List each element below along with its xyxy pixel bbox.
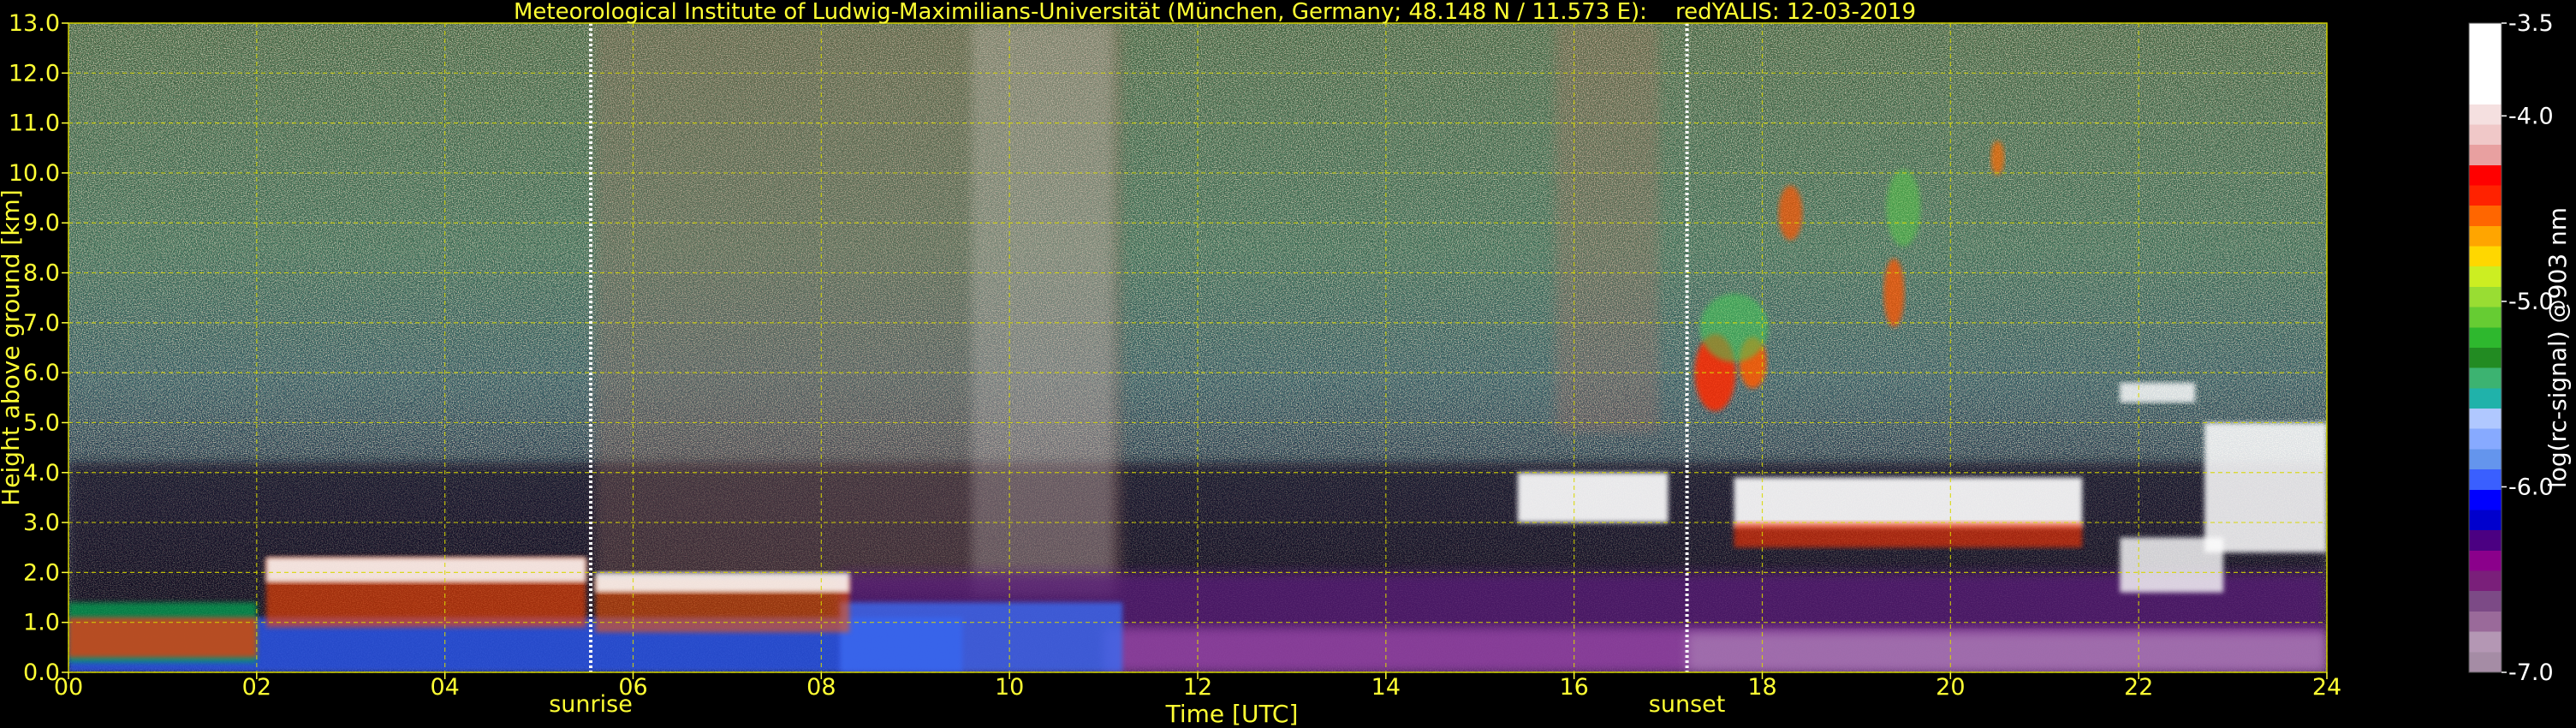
daytime-bright-column <box>972 23 1114 598</box>
x-axis-label: Time [UTC] <box>1165 700 1299 728</box>
cloud-deck-afternoon <box>1517 472 1669 523</box>
colorbar-tick-label: -3.5 <box>2508 10 2554 37</box>
x-tick-label: 12 <box>1183 674 1212 701</box>
cloud-deck-evening <box>1734 477 2083 528</box>
residual-layer-white <box>265 557 586 583</box>
x-tick-label: 24 <box>2312 674 2341 701</box>
cirrus-orange-1 <box>1778 185 1803 241</box>
y-tick-label: 2.0 <box>23 559 60 586</box>
y-tick-label: 1.0 <box>23 610 60 636</box>
x-tick-label: 18 <box>1747 674 1776 701</box>
surface-layer-light <box>1687 632 2327 672</box>
x-axis-ticks: 00 02 04 06 08 10 12 14 16 18 20 22 24 <box>54 672 2341 701</box>
y-tick-label: 5.0 <box>23 409 60 436</box>
y-tick-label: 13.0 <box>9 10 60 37</box>
cloud-deck-evening-base <box>1734 522 2083 548</box>
x-tick-label: 10 <box>995 674 1024 701</box>
aerosol-layer-blue-late <box>840 602 1123 672</box>
colorbar: -3.5-4.0-5.0-6.0-7.0 log(rc-signal) @903… <box>2468 10 2572 686</box>
cirrus-orange-3 <box>1990 140 2005 176</box>
y-tick-label: 9.0 <box>23 210 60 236</box>
cirrus-orange-2 <box>1883 258 1905 327</box>
y-tick-label: 0.0 <box>23 659 60 686</box>
colorbar-tick-label: -4.0 <box>2508 103 2554 129</box>
cirrus-green <box>1886 169 1921 247</box>
cloud-midlevel-green <box>1699 293 1769 362</box>
y-axis-label: Height above ground [km] <box>0 189 25 506</box>
lidar-ceilometer-plot: sunrise sunset 00 02 04 06 08 10 12 14 16 18 20 22 24… <box>0 0 2572 728</box>
cloud-late-night <box>2204 422 2327 553</box>
x-tick-label: 14 <box>1371 674 1401 701</box>
x-tick-label: 20 <box>1936 674 1965 701</box>
x-tick-label: 04 <box>430 674 459 701</box>
night-layer-red <box>68 617 257 658</box>
y-tick-label: 6.0 <box>23 360 60 386</box>
y-tick-label: 12.0 <box>9 60 60 87</box>
cloud-thin-high <box>2120 382 2196 403</box>
colorbar-scale <box>2468 22 2502 673</box>
y-tick-label: 8.0 <box>23 260 60 287</box>
x-tick-label: 02 <box>242 674 271 701</box>
colorbar-label: log(rc-signal) @903 nm <box>2543 207 2572 488</box>
y-tick-label: 7.0 <box>23 310 60 337</box>
y-tick-label: 3.0 <box>23 510 60 536</box>
x-tick-label: 06 <box>618 674 647 701</box>
x-tick-label: 22 <box>2124 674 2153 701</box>
x-tick-label: 08 <box>806 674 836 701</box>
y-tick-label: 10.0 <box>9 160 60 187</box>
cloud-low-late <box>2120 537 2224 593</box>
y-tick-label: 11.0 <box>9 110 60 137</box>
x-tick-label: 16 <box>1559 674 1588 701</box>
colorbar-tick-label: -7.0 <box>2508 659 2554 686</box>
chart-title: Meteorological Institute of Ludwig-Maxim… <box>514 0 1916 25</box>
sunset-label: sunset <box>1649 691 1726 718</box>
afternoon-noise-column <box>1555 23 1659 433</box>
y-tick-label: 4.0 <box>23 460 60 486</box>
